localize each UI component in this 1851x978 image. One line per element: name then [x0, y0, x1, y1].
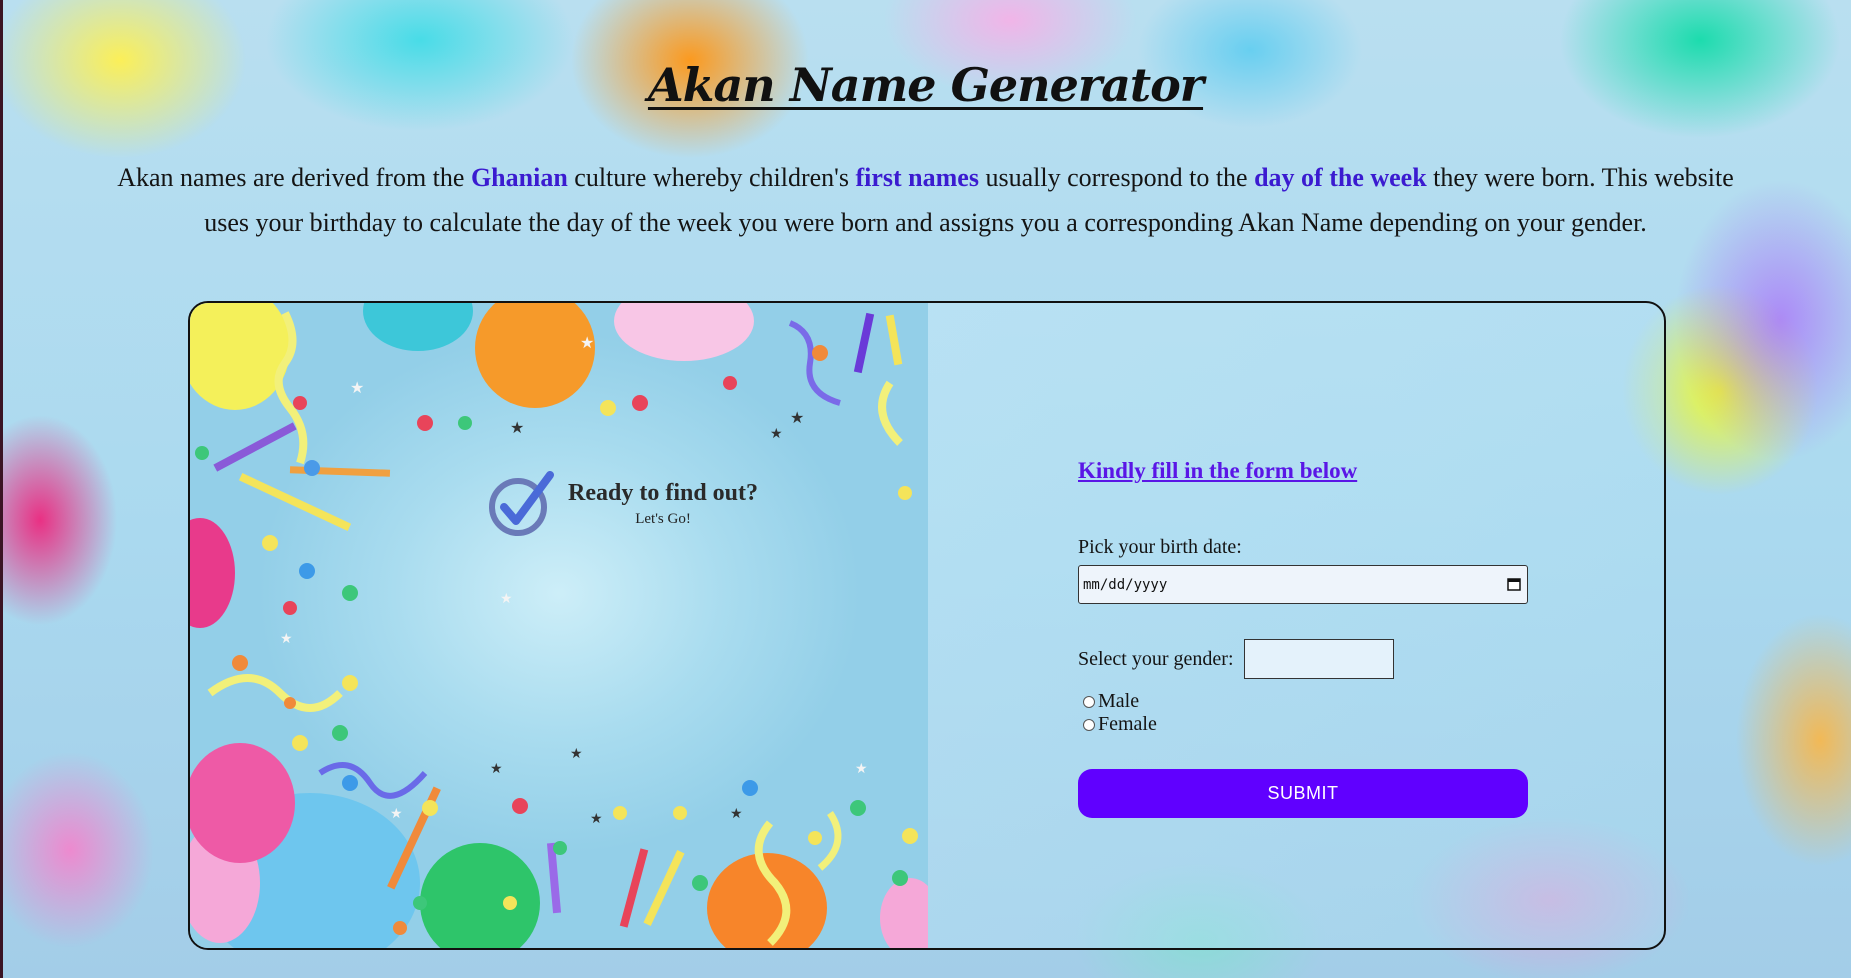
svg-text:★: ★ [280, 632, 293, 647]
svg-text:★: ★ [590, 812, 603, 827]
birthdate-placeholder: mm/dd/yyyy [1083, 576, 1168, 593]
svg-text:★: ★ [570, 747, 583, 762]
svg-text:★: ★ [390, 807, 403, 822]
ready-subheading: Let's Go! [635, 511, 691, 527]
svg-text:★: ★ [790, 410, 804, 427]
female-label: Female [1098, 713, 1157, 735]
party-decorations: ★ ★ ★ ★ ★ ★ ★ ★ ★ ★ ★ ★ ★ [190, 303, 928, 948]
intro-text-2: culture whereby children's [567, 163, 856, 192]
svg-text:★: ★ [500, 592, 513, 607]
akan-form: Kindly fill in the form below Pick your … [1078, 303, 1664, 948]
page-title: Akan Name Generator [647, 58, 1204, 112]
svg-text:★: ★ [855, 762, 868, 777]
ready-heading: Ready to find out? [568, 480, 759, 506]
ready-callout: Ready to find out? Let's Go! [486, 471, 758, 537]
gender-field[interactable] [1244, 639, 1394, 679]
intro-highlight-ghanian: Ghanian [470, 163, 568, 192]
svg-text:★: ★ [580, 335, 594, 352]
window-left-edge [0, 0, 3, 978]
male-radio[interactable] [1083, 695, 1095, 708]
svg-text:★: ★ [510, 420, 524, 437]
birthdate-label: Pick your birth date: [1078, 536, 1242, 558]
birthdate-input[interactable]: mm/dd/yyyy [1078, 565, 1528, 604]
gender-label: Select your gender: [1078, 648, 1234, 670]
gender-option-female[interactable]: Female [1083, 713, 1157, 736]
male-label: Male [1098, 690, 1140, 712]
checkmark-icon [489, 471, 554, 536]
intro-paragraph: Akan names are derived from the Ghanian … [105, 155, 1746, 245]
main-card: ★ ★ ★ ★ ★ ★ ★ ★ ★ ★ ★ ★ ★ Ready to find … [188, 301, 1666, 950]
svg-text:★: ★ [490, 762, 503, 777]
svg-text:★: ★ [730, 807, 743, 822]
intro-text-1: Akan names are derived from the [117, 163, 471, 192]
gender-option-male[interactable]: Male [1083, 690, 1139, 713]
intro-text-3: usually correspond to the [978, 163, 1255, 192]
intro-highlight-first-names: first names [855, 163, 979, 192]
submit-button[interactable]: SUBMIT [1078, 769, 1528, 818]
svg-text:★: ★ [350, 380, 364, 397]
svg-text:★: ★ [770, 427, 783, 442]
intro-highlight-day-of-week: day of the week [1254, 163, 1427, 192]
calendar-icon[interactable] [1507, 577, 1521, 591]
form-title: Kindly fill in the form below [1078, 458, 1358, 483]
female-radio[interactable] [1083, 718, 1095, 731]
party-background-image: ★ ★ ★ ★ ★ ★ ★ ★ ★ ★ ★ ★ ★ Ready to find … [190, 303, 928, 948]
